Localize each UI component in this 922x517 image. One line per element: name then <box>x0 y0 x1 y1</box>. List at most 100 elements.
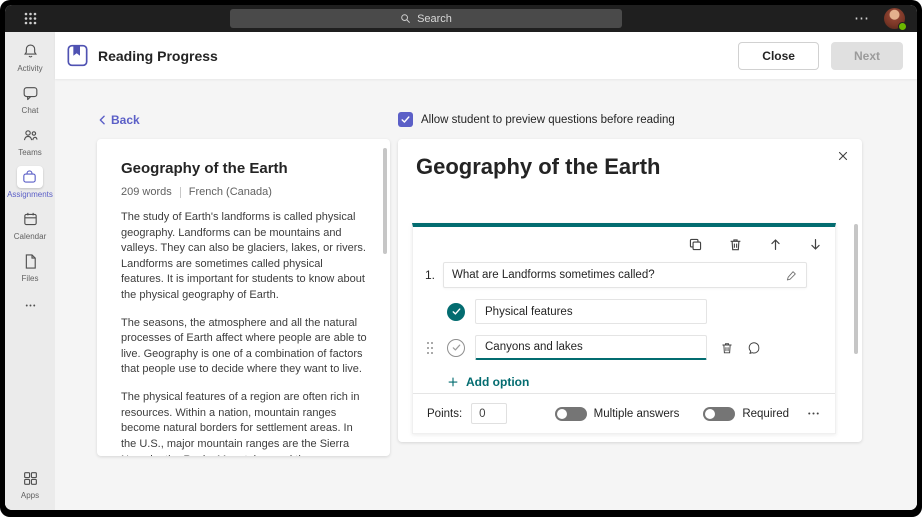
assignments-icon <box>17 166 43 188</box>
sidebar-label: Apps <box>21 491 39 500</box>
waffle-icon <box>24 12 37 25</box>
points-value: 0 <box>479 408 485 420</box>
close-icon[interactable] <box>836 149 850 163</box>
multiple-answers-toggle[interactable] <box>555 407 587 421</box>
sidebar-label: Calendar <box>14 232 46 241</box>
more-icon <box>17 294 43 316</box>
edit-question-icon[interactable] <box>785 269 798 282</box>
sidebar-item-more[interactable] <box>17 294 43 316</box>
search-input[interactable]: Search <box>230 9 622 28</box>
teams-window: Search ⋯ A <box>5 5 917 510</box>
avatar[interactable] <box>884 8 905 29</box>
feedback-icon[interactable] <box>747 341 761 355</box>
quiz-card: Geography of the Earth <box>398 139 862 442</box>
passage-title: Geography of the Earth <box>121 160 368 177</box>
app-launcher-button[interactable] <box>5 12 55 25</box>
points-label: Points: <box>427 408 462 420</box>
preview-checkbox-row[interactable]: Allow student to preview questions befor… <box>398 112 675 127</box>
delete-option-icon[interactable] <box>720 341 734 355</box>
calendar-icon <box>17 208 43 230</box>
passage-paragraph: The seasons, the atmosphere and all the … <box>121 316 368 378</box>
sidebar-label: Activity <box>17 64 42 73</box>
apps-icon <box>17 467 43 489</box>
correct-answer-icon[interactable] <box>447 303 465 321</box>
quiz-scrollbar[interactable] <box>854 224 858 354</box>
option-row-correct: Physical features <box>447 299 823 324</box>
question-more-icon[interactable] <box>806 406 821 421</box>
add-option-button[interactable]: Add option <box>447 375 529 389</box>
question-editor-card: 1. What are Landforms sometimes called? <box>412 223 836 434</box>
passage-paragraph: The physical features of a region are of… <box>121 390 368 456</box>
question-row: 1. What are Landforms sometimes called? <box>425 262 823 288</box>
question-text-input[interactable]: What are Landforms sometimes called? <box>443 262 807 288</box>
presence-available-dot <box>898 22 907 31</box>
preview-checkbox-label: Allow student to preview questions befor… <box>421 114 675 126</box>
chevron-left-icon <box>97 114 107 126</box>
option-text: Canyons and lakes <box>485 341 583 353</box>
topbar-right: ⋯ <box>797 8 917 29</box>
required-toggle[interactable] <box>703 407 735 421</box>
copy-icon[interactable] <box>688 237 703 252</box>
move-up-icon[interactable] <box>768 237 783 252</box>
quiz-title: Geography of the Earth <box>416 154 660 180</box>
content-area: Back Allow student to preview questions … <box>55 79 917 510</box>
question-number: 1. <box>425 268 443 282</box>
multiple-answers-label: Multiple answers <box>594 408 680 420</box>
back-label: Back <box>111 113 140 127</box>
required-label: Required <box>742 408 789 420</box>
answer-check-icon[interactable] <box>447 339 465 357</box>
question-footer: Points: 0 Multiple answers <box>413 393 835 433</box>
points-input[interactable]: 0 <box>471 403 507 424</box>
reading-progress-icon <box>65 43 90 68</box>
search-placeholder: Search <box>417 13 452 25</box>
sidebar-label: Chat <box>22 106 39 115</box>
passage-paragraph: The study of Earth's landforms is called… <box>121 210 368 304</box>
sidebar-item-chat[interactable]: Chat <box>17 82 43 115</box>
sidebar-label: Teams <box>18 148 42 157</box>
plus-icon <box>447 376 459 388</box>
passage-card: Geography of the Earth 209 words French … <box>97 139 390 456</box>
next-button[interactable]: Next <box>831 42 903 70</box>
move-down-icon[interactable] <box>808 237 823 252</box>
passage-language: French (Canada) <box>189 186 272 198</box>
option-text-input[interactable]: Physical features <box>475 299 707 324</box>
teams-icon <box>17 124 43 146</box>
sidebar-label: Assignments <box>7 190 53 199</box>
drag-handle-icon[interactable] <box>426 341 434 355</box>
header-buttons: Close Next <box>738 42 903 70</box>
multiple-answers-toggle-group[interactable]: Multiple answers <box>555 407 680 421</box>
delete-icon[interactable] <box>728 237 743 252</box>
option-row-editing: Canyons and lakes <box>447 335 823 360</box>
files-icon <box>17 250 43 272</box>
required-toggle-group[interactable]: Required <box>703 407 789 421</box>
options-list: Physical features <box>447 288 823 360</box>
page-title: Reading Progress <box>98 48 218 64</box>
app-header: Reading Progress Close Next <box>55 32 917 79</box>
question-text: What are Landforms sometimes called? <box>452 269 655 281</box>
back-link[interactable]: Back <box>97 113 140 127</box>
word-count: 209 words <box>121 186 172 198</box>
check-icon <box>400 114 411 125</box>
add-option-label: Add option <box>466 375 529 389</box>
passage-meta: 209 words French (Canada) <box>121 186 368 198</box>
main-area: Reading Progress Close Next Back <box>55 32 917 510</box>
top-bar: Search ⋯ <box>5 5 917 32</box>
search-icon <box>400 13 411 24</box>
sidebar-item-calendar[interactable]: Calendar <box>14 208 46 241</box>
close-button[interactable]: Close <box>738 42 819 70</box>
app-rail: Activity Chat <box>5 32 55 510</box>
bell-icon <box>17 40 43 62</box>
passage-scrollbar[interactable] <box>383 148 387 254</box>
search-area: Search <box>55 9 797 28</box>
sidebar-item-activity[interactable]: Activity <box>17 40 43 73</box>
sidebar-item-apps[interactable]: Apps <box>17 467 43 500</box>
option-text-input-editing[interactable]: Canyons and lakes <box>475 335 707 360</box>
sidebar-item-assignments[interactable]: Assignments <box>7 166 53 199</box>
meta-separator <box>180 187 181 198</box>
sidebar-item-teams[interactable]: Teams <box>17 124 43 157</box>
sidebar-item-files[interactable]: Files <box>17 250 43 283</box>
topbar-more-button[interactable]: ⋯ <box>854 14 870 24</box>
window-frame: Search ⋯ A <box>0 0 922 517</box>
preview-checkbox[interactable] <box>398 112 413 127</box>
sidebar-label: Files <box>22 274 39 283</box>
